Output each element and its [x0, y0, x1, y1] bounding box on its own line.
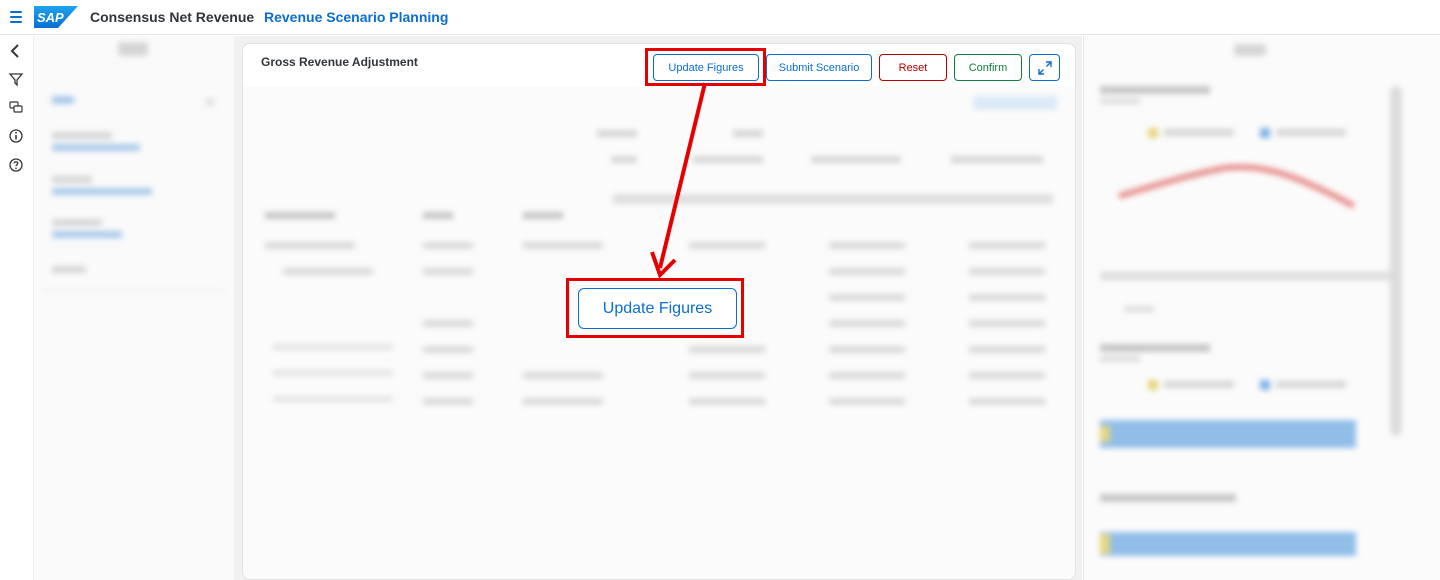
app-shell: SAP Consensus Net Revenue Revenue Scenar… [0, 0, 1440, 580]
sap-logo[interactable]: SAP [34, 6, 78, 28]
submit-scenario-button[interactable]: Submit Scenario [766, 54, 872, 81]
card-title: Gross Revenue Adjustment [261, 55, 418, 69]
sidebar-panel [34, 36, 234, 580]
comments-icon[interactable] [8, 99, 24, 115]
confirm-button[interactable]: Confirm [954, 54, 1022, 81]
info-icon[interactable] [8, 128, 24, 144]
logo-text: SAP [37, 10, 64, 25]
reset-button[interactable]: Reset [879, 54, 947, 81]
right-panel [1083, 36, 1440, 580]
app-title: Consensus Net Revenue [90, 9, 255, 25]
update-figures-callout-button[interactable]: Update Figures [578, 288, 737, 329]
highlight-box-top [645, 48, 766, 86]
expand-icon [1037, 60, 1052, 75]
shell-header: SAP Consensus Net Revenue Revenue Scenar… [0, 0, 1440, 35]
menu-icon[interactable] [10, 11, 22, 23]
left-rail [0, 36, 34, 580]
filter-icon[interactable] [8, 71, 24, 87]
help-icon[interactable] [8, 157, 24, 173]
app-subtitle: Revenue Scenario Planning [264, 9, 449, 25]
chevron-left-icon[interactable] [8, 43, 24, 59]
fullscreen-button[interactable] [1029, 54, 1060, 81]
